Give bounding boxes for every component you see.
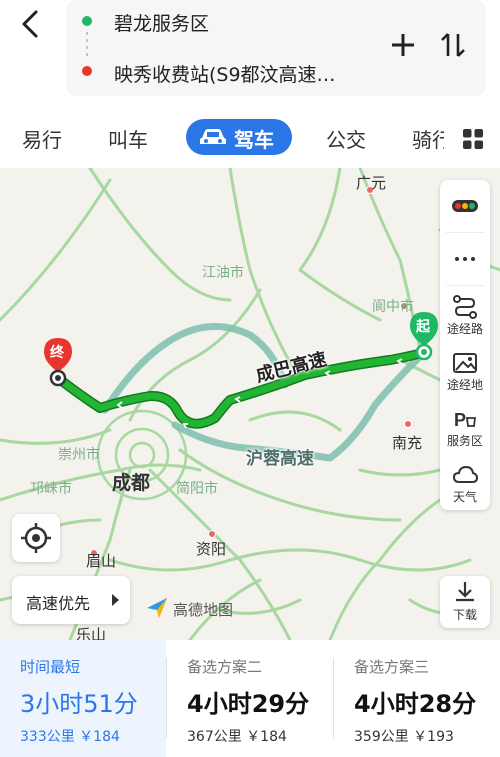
waypoint-place-button[interactable]: 途经地 bbox=[440, 342, 490, 398]
download-label: 下载 bbox=[452, 608, 477, 622]
waypoint-route-icon bbox=[453, 295, 477, 319]
car-icon bbox=[200, 129, 226, 144]
route-connector bbox=[86, 32, 88, 58]
end-marker[interactable]: 终 bbox=[40, 336, 76, 392]
city-ziyang: 资阳 bbox=[196, 540, 227, 558]
city-guangyuan: 广元 bbox=[356, 174, 387, 192]
more-tools-button[interactable] bbox=[440, 233, 490, 285]
locate-button[interactable] bbox=[12, 514, 60, 562]
route-preference-label: 高速优先 bbox=[26, 594, 91, 613]
transport-mode-tabs: 易行 叫车 驾车 公交 骑行 bbox=[0, 108, 500, 168]
end-marker-label: 终 bbox=[50, 345, 64, 361]
city-chengdu: 成都 bbox=[112, 472, 151, 494]
plan-title: 备选方案三 bbox=[354, 658, 430, 676]
navigation-app: 碧龙服务区 映秀收费站(S9都汶高速… 易行 叫车 驾车 公交 骑行 广元 江油… bbox=[0, 0, 500, 757]
waypoint-route-label: 途经路 bbox=[446, 322, 483, 336]
route-plan-2[interactable]: 备选方案二 4小时29分 367公里 ￥184 bbox=[167, 640, 333, 757]
map-base bbox=[0, 168, 500, 640]
add-waypoint-icon[interactable] bbox=[388, 30, 418, 60]
plan-title: 备选方案二 bbox=[187, 658, 263, 676]
swap-route-icon[interactable] bbox=[438, 30, 468, 60]
road-label-hurong: 沪蓉高速 bbox=[246, 449, 314, 469]
city-leshan: 乐山 bbox=[76, 626, 107, 640]
city-qionglai: 邛崃市 bbox=[30, 481, 72, 497]
more-grid-icon[interactable] bbox=[462, 128, 484, 150]
service-area-icon: P bbox=[454, 410, 477, 430]
city-chongzhou: 崇州市 bbox=[58, 447, 100, 463]
service-area-button[interactable]: P 服务区 bbox=[440, 398, 490, 454]
tab-transit[interactable]: 公交 bbox=[326, 124, 366, 153]
triangle-right-icon bbox=[112, 594, 119, 606]
svg-text:P: P bbox=[454, 410, 466, 430]
city-jiangyou: 江油市 bbox=[202, 265, 244, 281]
route-header: 碧龙服务区 映秀收费站(S9都汶高速… bbox=[0, 0, 500, 108]
plan-meta: 367公里 ￥184 bbox=[187, 729, 287, 745]
weather-button[interactable]: 天气 bbox=[440, 454, 490, 510]
crosshair-icon bbox=[21, 523, 51, 553]
more-dots-icon bbox=[455, 257, 475, 261]
cloud-icon bbox=[452, 465, 478, 483]
plan-meta: 359公里 ￥193 bbox=[354, 729, 454, 745]
origin-field[interactable]: 碧龙服务区 bbox=[114, 9, 209, 36]
traffic-button[interactable] bbox=[440, 180, 490, 232]
plan-duration: 4小时29分 bbox=[187, 690, 310, 718]
route-preference-button[interactable]: 高速优先 bbox=[12, 576, 130, 624]
waypoint-route-button[interactable]: 途经路 bbox=[440, 286, 490, 342]
weather-label: 天气 bbox=[452, 490, 477, 504]
tab-bike[interactable]: 骑行 bbox=[412, 124, 444, 153]
route-map[interactable]: 广元 江油市 阆中市 崇州市 邛崃市 成都 简阳市 南充 眉山 资阳 乐山 成巴… bbox=[0, 168, 500, 640]
plan-duration: 3小时51分 bbox=[20, 690, 138, 718]
city-jianyang: 简阳市 bbox=[176, 481, 218, 497]
tab-drive-label: 驾车 bbox=[234, 128, 274, 152]
destination-dot-icon bbox=[82, 66, 92, 76]
waypoint-place-label: 途经地 bbox=[446, 378, 483, 392]
tab-yixing[interactable]: 易行 bbox=[22, 124, 62, 153]
brand-logo: 高德地图 bbox=[145, 596, 233, 624]
city-meishan: 眉山 bbox=[86, 552, 117, 570]
route-plan-1[interactable]: 时间最短 3小时51分 333公里 ￥184 bbox=[0, 640, 166, 757]
download-button[interactable]: 下载 bbox=[440, 576, 490, 628]
plan-duration: 4小时28分 bbox=[354, 690, 477, 718]
route-plans: 时间最短 3小时51分 333公里 ￥184 备选方案二 4小时29分 367公… bbox=[0, 640, 500, 757]
origin-dot-icon bbox=[82, 16, 92, 26]
amap-logo-icon bbox=[147, 598, 167, 618]
route-input-box: 碧龙服务区 映秀收费站(S9都汶高速… bbox=[66, 0, 486, 96]
download-icon bbox=[456, 582, 474, 602]
plan-meta: 333公里 ￥184 bbox=[20, 729, 120, 745]
start-marker-label: 起 bbox=[416, 319, 430, 335]
tab-taxi[interactable]: 叫车 bbox=[108, 124, 148, 153]
brand-logo-text: 高德地图 bbox=[173, 601, 234, 619]
route-plan-3[interactable]: 备选方案三 4小时28分 359公里 ￥193 bbox=[334, 640, 500, 757]
map-pin-icon bbox=[453, 353, 477, 373]
map-tools-panel: 途经路 途经地 P 服务区 天气 bbox=[440, 180, 490, 510]
tab-drive[interactable]: 驾车 bbox=[186, 119, 292, 155]
traffic-light-icon bbox=[452, 200, 478, 212]
service-area-label: 服务区 bbox=[446, 434, 483, 448]
city-nanchong: 南充 bbox=[392, 434, 423, 452]
start-marker[interactable]: 起 bbox=[406, 310, 442, 366]
plan-title: 时间最短 bbox=[20, 658, 81, 676]
back-arrow-icon[interactable] bbox=[14, 6, 50, 42]
destination-field[interactable]: 映秀收费站(S9都汶高速… bbox=[114, 60, 374, 87]
